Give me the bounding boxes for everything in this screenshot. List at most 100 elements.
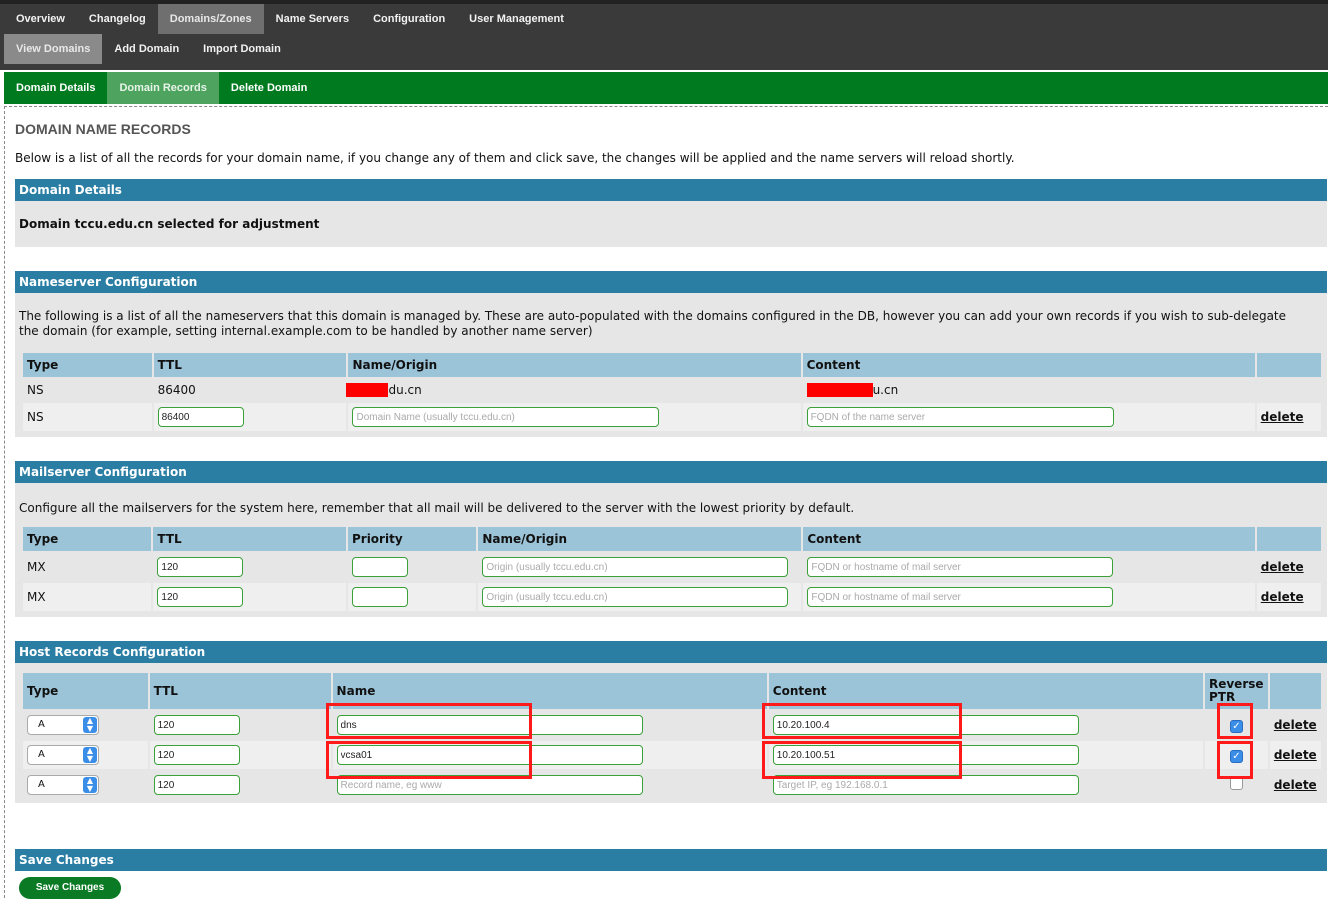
mx-origin-cell: [478, 553, 802, 581]
host-type-cell: A ▲ ▼: [23, 771, 148, 799]
host-records-header: Host Records Configuration: [15, 641, 1327, 663]
ns-name-input[interactable]: [352, 407, 660, 427]
table-header-row: Type TTL Name/Origin Content: [23, 353, 1321, 377]
mx-ttl-input[interactable]: [157, 587, 244, 607]
col-name-origin: Name/Origin: [348, 353, 801, 377]
mx-type: MX: [23, 553, 152, 581]
nav-user-management[interactable]: User Management: [457, 4, 576, 34]
mx-type: MX: [23, 583, 152, 611]
col-ttl: TTL: [149, 673, 331, 709]
ns-content-cell: [802, 403, 1255, 431]
page-title: DOMAIN NAME RECORDS: [15, 121, 191, 137]
main-menu: Overview Changelog Domains/Zones Name Se…: [4, 4, 576, 34]
col-type: Type: [23, 353, 152, 377]
ns-actions: delete: [1256, 403, 1321, 431]
mailserver-header: Mailserver Configuration: [15, 461, 1327, 483]
nav-add-domain[interactable]: Add Domain: [102, 34, 191, 64]
host-type-cell: A ▲ ▼: [23, 741, 148, 769]
nav-name-servers[interactable]: Name Servers: [264, 4, 361, 34]
col-priority: Priority: [347, 527, 477, 551]
nav-domains-zones[interactable]: Domains/Zones: [157, 4, 264, 34]
selected-domain-text: Domain tccu.edu.cn selected for adjustme…: [19, 217, 320, 231]
ns-name: du.cn: [346, 379, 801, 401]
nav-import-domain[interactable]: Import Domain: [191, 34, 293, 64]
delete-link[interactable]: delete: [1274, 718, 1317, 732]
ns-type: NS: [23, 379, 152, 401]
ns-content-input[interactable]: [806, 407, 1114, 427]
col-content: Content: [802, 353, 1255, 377]
nameserver-description: The following is a list of all the names…: [19, 309, 1287, 338]
table-row: A ▲▼ delete: [23, 771, 1321, 799]
mx-content-cell: [803, 583, 1255, 611]
ns-ttl-cell: [153, 403, 347, 431]
highlight-box-name-dns: [326, 703, 532, 739]
mx-content-input[interactable]: [807, 557, 1114, 577]
col-ttl: TTL: [153, 527, 346, 551]
mx-content-input[interactable]: [807, 587, 1114, 607]
chevron-updown-icon: ▲ ▼: [83, 717, 97, 733]
nameserver-body: The following is a list of all the names…: [15, 293, 1327, 437]
col-actions: [1256, 527, 1321, 551]
host-ttl-input[interactable]: [153, 775, 240, 795]
ns-actions: [1256, 379, 1321, 401]
host-records-body: Type TTL Name Content Reverse PTR A▲▼ ✓ …: [15, 663, 1327, 803]
tab-domain-details[interactable]: Domain Details: [4, 72, 107, 104]
host-ttl-input[interactable]: [153, 715, 240, 735]
mx-ttl-input[interactable]: [157, 557, 244, 577]
top-navigation: Overview Changelog Domains/Zones Name Se…: [0, 0, 1328, 70]
nameserver-table: Type TTL Name/Origin Content NS 86400 du…: [21, 351, 1323, 433]
delete-link[interactable]: delete: [1261, 590, 1304, 604]
record-type-select[interactable]: A ▲ ▼: [27, 745, 99, 765]
mx-ttl-cell: [153, 553, 346, 581]
nameserver-header: Nameserver Configuration: [15, 271, 1327, 293]
highlight-box-content-2: [762, 741, 962, 779]
save-changes-button[interactable]: Save Changes: [19, 877, 121, 899]
ns-name-suffix: du.cn: [388, 382, 422, 397]
domain-tabs: Domain Details Domain Records Delete Dom…: [4, 72, 1328, 104]
table-header-row: Type TTL Name Content Reverse PTR: [23, 673, 1321, 709]
mx-origin-input[interactable]: [482, 557, 789, 577]
mx-priority-cell: [347, 583, 477, 611]
ns-name-cell: [348, 403, 801, 431]
col-actions: [1269, 673, 1321, 709]
host-ttl-cell: [149, 711, 331, 739]
mx-origin-cell: [478, 583, 802, 611]
mx-priority-cell: [347, 553, 477, 581]
redaction-mark: [806, 383, 873, 398]
host-actions: delete: [1269, 741, 1321, 769]
highlight-box-name-vcsa01: [326, 741, 532, 779]
tab-domain-records[interactable]: Domain Records: [107, 72, 219, 104]
host-records-table: Type TTL Name Content Reverse PTR A▲▼ ✓ …: [21, 671, 1323, 801]
main-content: DOMAIN NAME RECORDS Below is a list of a…: [4, 106, 1328, 899]
nav-configuration[interactable]: Configuration: [361, 4, 457, 34]
mx-ttl-cell: [153, 583, 346, 611]
redaction-mark: [346, 383, 389, 398]
host-ttl-input[interactable]: [153, 745, 240, 765]
nav-changelog[interactable]: Changelog: [77, 4, 158, 34]
table-row: A▲▼ ✓ delete: [23, 741, 1321, 769]
save-changes-header: Save Changes: [15, 849, 1327, 871]
highlight-box-content-1: [762, 703, 962, 739]
mx-priority-input[interactable]: [351, 557, 408, 577]
mx-origin-input[interactable]: [482, 587, 789, 607]
col-type: Type: [23, 673, 148, 709]
delete-link[interactable]: delete: [1274, 778, 1317, 792]
domain-details-body: Domain tccu.edu.cn selected for adjustme…: [15, 201, 1327, 247]
ns-ttl-input[interactable]: [157, 407, 244, 427]
highlight-box-ptr-2: [1217, 741, 1253, 779]
record-type-select[interactable]: A ▲ ▼: [27, 715, 99, 735]
delete-link[interactable]: delete: [1274, 748, 1317, 762]
mx-priority-input[interactable]: [351, 587, 408, 607]
nav-view-domains[interactable]: View Domains: [4, 34, 103, 64]
tab-delete-domain[interactable]: Delete Domain: [219, 72, 319, 104]
table-row: NS 86400 du.cn u.cn: [23, 379, 1321, 401]
col-name-origin: Name/Origin: [478, 527, 802, 551]
record-type-select[interactable]: A ▲ ▼: [27, 775, 99, 795]
col-actions: [1256, 353, 1321, 377]
record-type-value: A: [38, 779, 45, 790]
table-row: MX delete: [23, 583, 1321, 611]
highlight-box-ptr-1: [1217, 703, 1253, 739]
nav-overview[interactable]: Overview: [4, 4, 77, 34]
delete-link[interactable]: delete: [1261, 410, 1304, 424]
delete-link[interactable]: delete: [1261, 560, 1304, 574]
